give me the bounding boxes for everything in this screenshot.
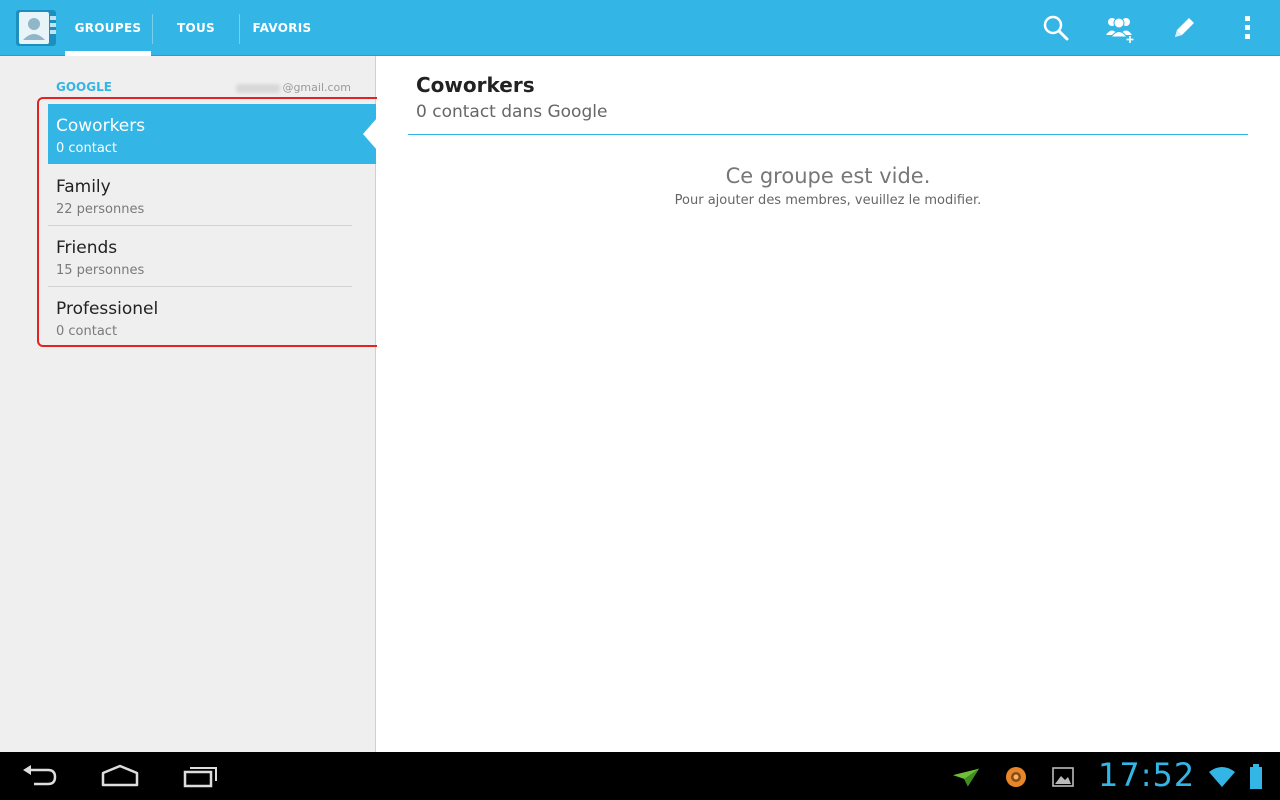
groups-pane: GOOGLE @gmail.com Coworkers 0 contact Fa… [0,56,377,752]
tab-groupes[interactable]: GROUPES [65,0,151,56]
selection-notch [363,118,377,150]
group-name: Family [56,177,111,197]
account-type-label: GOOGLE [56,80,112,94]
group-count: 0 contact [56,324,118,339]
group-subtitle: 0 contact dans Google [416,102,608,122]
group-name: Professionel [56,299,159,319]
add-group-button[interactable] [1098,8,1142,48]
battery-icon [1250,764,1262,789]
contacts-app-icon[interactable] [14,8,60,48]
group-name: Friends [56,238,118,258]
empty-group-hint: Pour ajouter des membres, veuillez le mo… [674,193,982,208]
recent-apps-icon [183,767,217,788]
status-clock[interactable]: 17:52 [1098,756,1195,794]
tab-groupes-label: GROUPES [74,21,142,35]
group-item-professionel[interactable]: Professionel 0 contact [48,287,352,347]
home-button[interactable] [88,758,152,794]
group-count: 15 personnes [56,263,145,278]
group-name: Coworkers [56,116,146,136]
account-email: @gmail.com [236,81,351,94]
gallery-icon [1052,767,1074,787]
add-group-icon [1106,17,1134,43]
notification-gallery[interactable] [1049,764,1077,790]
empty-group-title: Ce groupe est vide. [725,164,931,188]
account-email-suffix: @gmail.com [282,81,351,94]
overflow-menu-button[interactable] [1226,8,1270,48]
recent-apps-button[interactable] [168,758,232,794]
battery-status [1242,764,1270,790]
edit-icon [1175,18,1194,37]
search-button[interactable] [1034,8,1078,48]
edit-button[interactable] [1162,8,1206,48]
tab-favoris-label: FAVORIS [252,21,312,35]
overflow-menu-icon [1245,16,1250,39]
group-item-coworkers[interactable]: Coworkers 0 contact [48,104,377,164]
back-icon [23,765,57,786]
orange-circle-icon [1006,767,1026,787]
redacted-username [236,83,281,93]
action-bar: GROUPES TOUS FAVORIS [0,0,1280,56]
group-item-friends[interactable]: Friends 15 personnes [48,226,352,287]
group-title: Coworkers [416,73,535,97]
wifi-status [1208,764,1236,790]
wifi-icon [1209,767,1235,787]
group-item-family[interactable]: Family 22 personnes [48,165,352,226]
search-icon [1043,15,1069,41]
notification-orange-app[interactable] [1002,764,1030,790]
group-count: 22 personnes [56,202,145,217]
home-icon [101,764,139,787]
group-count: 0 contact [56,141,118,156]
tab-favoris[interactable]: FAVORIS [240,0,324,56]
notification-paper-plane[interactable] [952,764,980,790]
header-divider [408,134,1248,135]
paper-plane-icon [952,768,980,787]
back-button[interactable] [8,758,72,794]
system-bar: 17:52 [0,752,1280,800]
group-detail-pane: Coworkers 0 contact dans Google Ce group… [377,56,1280,752]
tab-tous-label: TOUS [177,21,215,35]
tab-tous[interactable]: TOUS [153,0,239,56]
